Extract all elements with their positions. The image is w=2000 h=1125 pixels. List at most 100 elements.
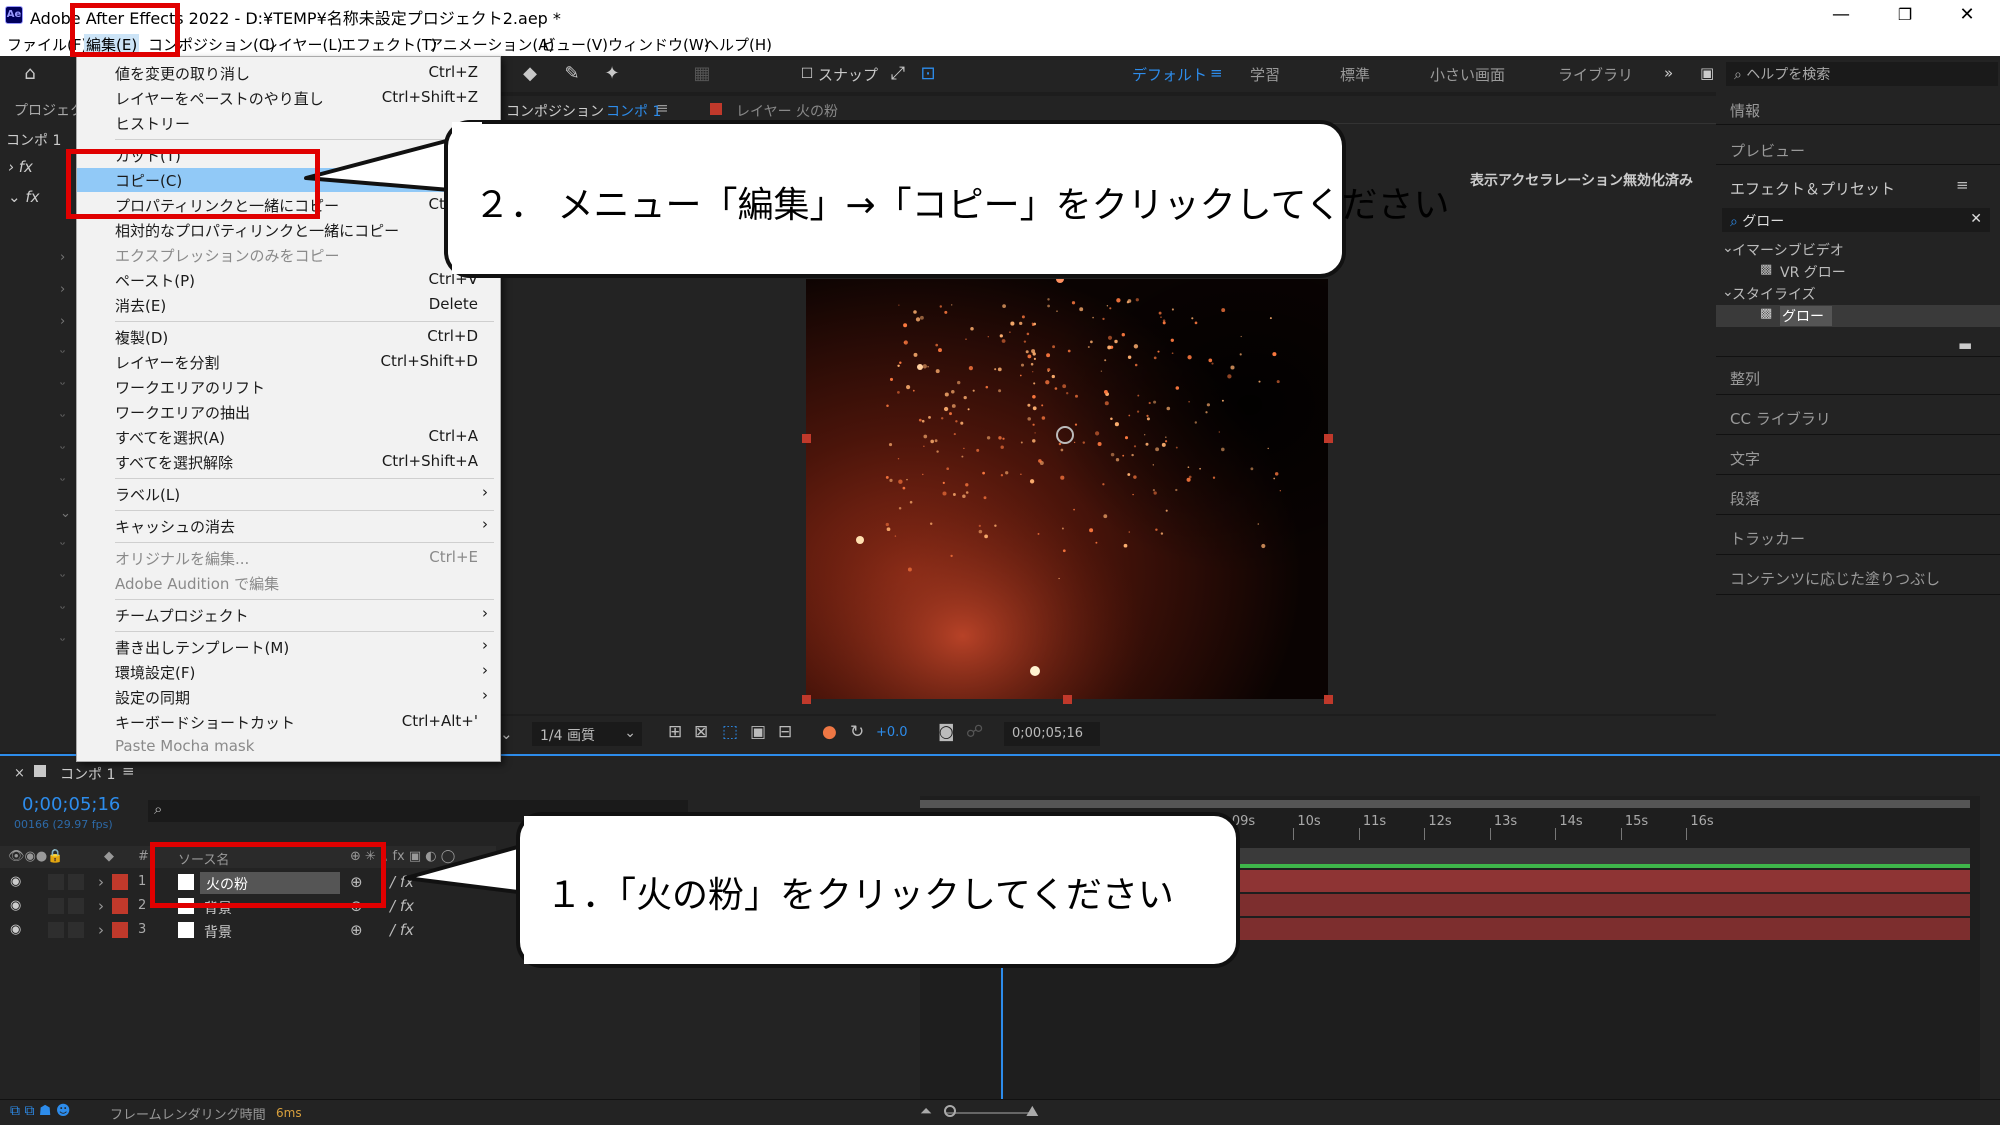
eraser-icon[interactable]: ◆ xyxy=(518,62,542,86)
workspace-learn[interactable]: 学習 xyxy=(1250,64,1280,85)
eye-icon[interactable]: ◉ xyxy=(10,874,21,889)
snap-label[interactable]: スナップ xyxy=(818,64,878,85)
resolution-dropdown[interactable]: 1/4 画質 ⌄ xyxy=(532,722,642,746)
tab-menu-icon[interactable]: ≡ xyxy=(122,762,135,780)
category-immersive-video[interactable]: イマーシブビデオ xyxy=(1732,240,1844,260)
menu-item[interactable]: レイヤーを分割 Ctrl+Shift+D xyxy=(77,350,500,374)
close-tab-icon[interactable]: × xyxy=(14,766,25,781)
menu-item[interactable]: 相対的なプロパティリンクと一緒にコピー xyxy=(77,218,500,242)
viewer-timecode[interactable]: 0;00;05;16 xyxy=(1004,722,1100,746)
timeline-tab[interactable]: コンポ 1 xyxy=(60,764,115,784)
mask-visibility-icon[interactable]: ⬚ xyxy=(722,722,738,742)
status-icons[interactable]: ⧉ ⧉ ☗ ☻ xyxy=(10,1103,71,1119)
puppet-pin-icon[interactable]: ✦ xyxy=(600,62,624,86)
roto-brush-icon[interactable]: ✎ xyxy=(560,62,584,86)
composition-tab-label[interactable]: コンポジション xyxy=(506,101,604,121)
fast-preview-icon[interactable]: ⊞ xyxy=(668,722,682,742)
layer-tab[interactable]: レイヤー 火の粉 xyxy=(736,101,838,121)
eye-icon[interactable]: ◉ xyxy=(10,898,21,913)
help-search-input[interactable]: ⌕ ヘルプを検索 xyxy=(1726,62,1998,86)
workspace-panel-icon[interactable]: ▣ xyxy=(1700,64,1714,82)
menu-item[interactable]: キャッシュの消去 › xyxy=(77,514,500,538)
label-color[interactable] xyxy=(112,922,128,938)
effect-vr-glow[interactable]: VR グロー xyxy=(1780,262,1846,282)
workspace-small-screen[interactable]: 小さい画面 xyxy=(1430,64,1505,85)
category-stylize[interactable]: スタイライズ xyxy=(1732,284,1816,304)
tracker-panel-tab[interactable]: トラッカー xyxy=(1730,528,1805,549)
content-aware-fill-panel-tab[interactable]: コンテンツに応じた塗りつぶし xyxy=(1730,568,1940,589)
zoom-in-icon[interactable]: ⛰ xyxy=(1026,1102,1039,1120)
grid-guides-icon[interactable]: ⊟ xyxy=(778,722,792,742)
solo-switch[interactable] xyxy=(48,874,64,890)
transform-handle[interactable] xyxy=(802,434,811,443)
info-panel-tab[interactable]: 情報 xyxy=(1730,100,1760,121)
snap-mode-icon[interactable]: ⤢ xyxy=(886,62,910,86)
zoom-out-icon[interactable]: ⏶ xyxy=(920,1102,932,1120)
align-panel-tab[interactable]: 整列 xyxy=(1730,368,1760,389)
menu-item[interactable]: ワークエリアのリフト xyxy=(77,375,500,399)
menu-item[interactable]: 複製(D) Ctrl+D xyxy=(77,325,500,349)
menu-item[interactable]: 消去(E) Delete xyxy=(77,293,500,317)
exposure-value[interactable]: +0.0 xyxy=(876,725,908,740)
paragraph-panel-tab[interactable]: 段落 xyxy=(1730,488,1760,509)
layer-name[interactable]: 背景 xyxy=(204,922,232,942)
menu-item[interactable]: ワークエリアの抽出 xyxy=(77,400,500,424)
menu-item[interactable]: 環境設定(F) › xyxy=(77,660,500,684)
channel-icon[interactable]: ● xyxy=(822,722,837,742)
zoom-slider-thumb[interactable] xyxy=(944,1105,956,1117)
close-icon[interactable]: ✕ xyxy=(1944,0,1990,30)
clear-search-icon[interactable]: ✕ xyxy=(1970,211,1982,227)
menu-item[interactable]: ラベル(L) › xyxy=(77,482,500,506)
zoom-slider[interactable] xyxy=(946,1112,1036,1114)
timeline-timecode[interactable]: 0;00;05;16 xyxy=(22,794,120,815)
menu-help[interactable]: ヘルプ(H) xyxy=(704,34,772,55)
new-folder-icon[interactable]: ▬ xyxy=(1958,336,1972,354)
label-color[interactable] xyxy=(112,898,128,914)
solo-switch[interactable] xyxy=(48,922,64,938)
snap-target-icon[interactable]: ⊡ xyxy=(916,62,940,86)
snap-checkbox-icon[interactable]: ☐ xyxy=(795,62,819,86)
menu-window[interactable]: ウィンドウ(W) xyxy=(608,34,710,55)
effects-presets-panel-tab[interactable]: エフェクト＆プリセット xyxy=(1730,178,1895,199)
menu-item[interactable]: Paste Mocha mask xyxy=(77,735,500,759)
character-panel-tab[interactable]: 文字 xyxy=(1730,448,1760,469)
expand-icon[interactable]: › xyxy=(98,897,104,915)
composition-frame[interactable] xyxy=(806,279,1328,699)
anchor-point-icon[interactable] xyxy=(1056,426,1074,444)
menu-item[interactable]: エクスプレッションのみをコピー xyxy=(77,243,500,267)
restore-icon[interactable]: ❐ xyxy=(1882,0,1928,30)
effect-glow[interactable]: グロー xyxy=(1780,306,1832,326)
work-area-bar[interactable] xyxy=(920,800,1970,808)
shy-switch-icon[interactable]: ⊕ xyxy=(350,921,363,939)
selected-tree-row[interactable] xyxy=(1716,305,2000,327)
tab-menu-icon[interactable]: ≡ xyxy=(656,99,669,117)
menu-item[interactable]: キーボードショートカット Ctrl+Alt+' xyxy=(77,710,500,734)
lock-switch[interactable] xyxy=(68,874,84,890)
region-of-interest-icon[interactable]: ▣ xyxy=(750,722,766,742)
effects-search-input[interactable]: ⌕ グロー ✕ xyxy=(1722,208,1990,232)
menu-view[interactable]: ビュー(V) xyxy=(541,34,608,55)
menu-effect[interactable]: エフェクト(T) xyxy=(341,34,437,55)
menu-item[interactable]: オリジナルを編集... Ctrl+E xyxy=(77,546,500,570)
lock-switch[interactable] xyxy=(68,922,84,938)
menu-item[interactable]: 書き出しテンプレート(M) › xyxy=(77,635,500,659)
expand-icon[interactable]: › xyxy=(98,873,104,891)
menu-item[interactable]: チームプロジェクト › xyxy=(77,603,500,627)
menu-item[interactable]: 値を変更の取り消し Ctrl+Z xyxy=(77,61,500,85)
solo-switch[interactable] xyxy=(48,898,64,914)
lock-switch[interactable] xyxy=(68,898,84,914)
menu-item[interactable]: すべてを選択(A) Ctrl+A xyxy=(77,425,500,449)
menu-item[interactable]: すべてを選択解除 Ctrl+Shift+A xyxy=(77,450,500,474)
shape-tool-icon[interactable]: ▦ xyxy=(690,62,714,86)
menu-item[interactable]: ペースト(P) Ctrl+V xyxy=(77,268,500,292)
label-color[interactable] xyxy=(112,874,128,890)
layer-row[interactable]: ◉ › 3 背景 ⊕ / fx xyxy=(0,918,496,942)
minimize-icon[interactable]: — xyxy=(1818,0,1864,30)
transform-handle[interactable] xyxy=(1324,695,1333,704)
reset-exposure-icon[interactable]: ↻ xyxy=(850,722,864,742)
menu-item[interactable]: Adobe Audition で編集 xyxy=(77,571,500,595)
transform-handle[interactable] xyxy=(1324,434,1333,443)
workspace-libraries[interactable]: ライブラリ xyxy=(1558,64,1633,85)
transform-handle[interactable] xyxy=(802,695,811,704)
menu-item[interactable]: レイヤーをペーストのやり直し Ctrl+Shift+Z xyxy=(77,86,500,110)
